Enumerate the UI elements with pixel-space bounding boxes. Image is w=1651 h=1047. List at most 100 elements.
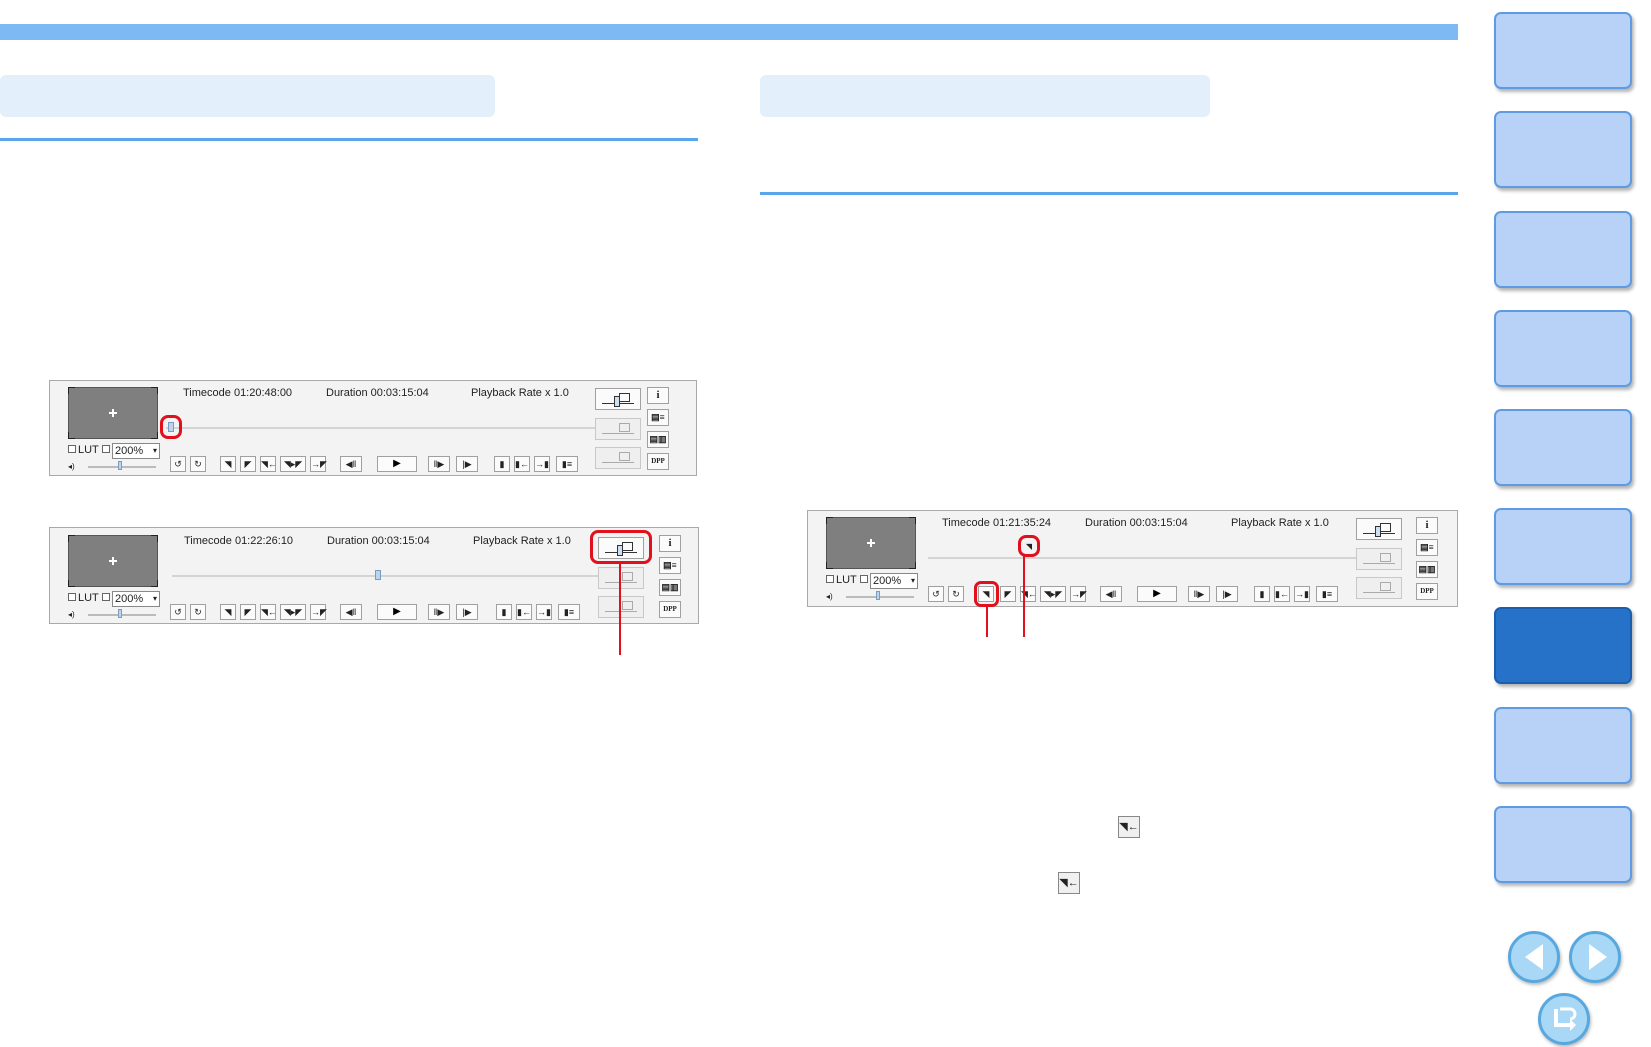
timeline-track[interactable]: [172, 575, 632, 577]
video-thumbnail: [68, 535, 158, 587]
lut-checkbox[interactable]: [68, 445, 76, 453]
go-to-out-point-button[interactable]: →◤: [310, 456, 327, 472]
prev-marker-button[interactable]: ▮←: [514, 456, 530, 472]
split-view-icon[interactable]: ▤▥: [647, 431, 669, 448]
dpp-icon[interactable]: DPP: [1416, 583, 1438, 600]
info-button[interactable]: i: [659, 535, 681, 552]
rotate-right-button[interactable]: ↻: [948, 586, 964, 602]
callout-line: [986, 606, 988, 637]
zoom-select[interactable]: 200% ▾: [112, 443, 160, 459]
marker-list-button[interactable]: ▮≡: [1316, 586, 1338, 602]
rotate-left-button[interactable]: ↺: [928, 586, 944, 602]
volume-slider[interactable]: [88, 614, 156, 616]
rotate-left-button[interactable]: ↺: [170, 604, 186, 620]
nav-tab-3[interactable]: [1494, 211, 1632, 288]
info-button[interactable]: i: [647, 387, 669, 404]
go-to-in-point-button[interactable]: ◥←: [260, 456, 277, 472]
previous-page-button[interactable]: [1508, 931, 1560, 983]
lut-checkbox[interactable]: [68, 593, 76, 601]
marker-button[interactable]: ▮: [496, 604, 512, 620]
next-frame-button[interactable]: ‖▶: [1188, 586, 1210, 602]
nav-tab-1[interactable]: [1494, 12, 1632, 89]
previous-frame-button[interactable]: ◀‖: [1100, 586, 1122, 602]
extract-button[interactable]: [1356, 548, 1402, 570]
lut-checkbox[interactable]: [826, 575, 834, 583]
play-button[interactable]: ▶: [377, 456, 417, 472]
volume-knob[interactable]: [118, 609, 122, 618]
go-to-in-point-button[interactable]: ◥←: [260, 604, 277, 620]
export-button[interactable]: [1356, 577, 1402, 599]
previous-page-icon: [1525, 944, 1543, 970]
go-to-out-point-button[interactable]: →◤: [1070, 586, 1087, 602]
next-clip-button[interactable]: |▶: [456, 456, 478, 472]
extract-button[interactable]: [595, 418, 641, 440]
next-page-button[interactable]: [1569, 931, 1621, 983]
marker-list-button[interactable]: ▮≡: [556, 456, 578, 472]
split-view-icon[interactable]: ▤▥: [1416, 561, 1438, 578]
list-view-icon[interactable]: ▤≡: [647, 409, 669, 426]
nav-tab-8[interactable]: [1494, 707, 1632, 784]
volume-knob[interactable]: [118, 461, 122, 470]
next-frame-button[interactable]: ‖▶: [428, 456, 450, 472]
next-clip-button[interactable]: |▶: [456, 604, 478, 620]
nav-tab-7-active[interactable]: [1494, 607, 1632, 684]
marker-button[interactable]: ▮: [494, 456, 510, 472]
dpp-icon[interactable]: DPP: [647, 453, 669, 470]
marker-button[interactable]: ▮: [1254, 586, 1270, 602]
extract-button[interactable]: [598, 567, 644, 589]
lut-label: LUT: [78, 592, 99, 604]
export-button[interactable]: [598, 596, 644, 618]
prev-marker-button[interactable]: ▮←: [516, 604, 532, 620]
next-marker-button[interactable]: →▮: [1294, 586, 1310, 602]
previous-frame-button[interactable]: ◀‖: [340, 456, 362, 472]
previous-frame-button[interactable]: ◀‖: [340, 604, 362, 620]
set-out-point-button[interactable]: ◤: [240, 604, 256, 620]
list-view-icon[interactable]: ▤≡: [1416, 539, 1438, 556]
zoom-checkbox[interactable]: [860, 575, 868, 583]
callout-line: [619, 562, 621, 655]
play-in-out-button[interactable]: ◥▸◤: [280, 456, 306, 472]
volume-knob[interactable]: [876, 591, 880, 600]
nav-tab-5[interactable]: [1494, 409, 1632, 486]
volume-slider[interactable]: [846, 596, 914, 598]
nav-tab-2[interactable]: [1494, 111, 1632, 188]
set-out-point-button[interactable]: ◤: [1000, 586, 1016, 602]
chevron-down-icon: ▾: [910, 576, 915, 585]
play-button[interactable]: ▶: [377, 604, 417, 620]
play-button[interactable]: ▶: [1137, 586, 1177, 602]
go-to-out-point-button[interactable]: →◤: [310, 604, 327, 620]
list-view-icon[interactable]: ▤≡: [659, 557, 681, 574]
volume-slider[interactable]: [88, 466, 156, 468]
export-button[interactable]: [595, 447, 641, 469]
info-button[interactable]: i: [1416, 517, 1438, 534]
zoom-select[interactable]: 200% ▾: [870, 573, 918, 589]
rotate-left-button[interactable]: ↺: [170, 456, 186, 472]
marker-list-button[interactable]: ▮≡: [558, 604, 580, 620]
split-view-icon[interactable]: ▤▥: [659, 579, 681, 596]
timeline-track[interactable]: [166, 427, 626, 429]
next-marker-button[interactable]: →▮: [534, 456, 550, 472]
next-clip-button[interactable]: |▶: [1216, 586, 1238, 602]
play-in-out-button[interactable]: ◥▸◤: [280, 604, 306, 620]
set-in-point-button[interactable]: ◥: [220, 604, 236, 620]
set-out-point-button[interactable]: ◤: [240, 456, 256, 472]
frame-grab-button[interactable]: [1356, 518, 1402, 540]
next-frame-button[interactable]: ‖▶: [428, 604, 450, 620]
dpp-icon[interactable]: DPP: [659, 601, 681, 618]
prev-marker-button[interactable]: ▮←: [1274, 586, 1290, 602]
zoom-checkbox[interactable]: [102, 593, 110, 601]
rotate-right-button[interactable]: ↻: [190, 604, 206, 620]
rotate-right-button[interactable]: ↻: [190, 456, 206, 472]
frame-grab-button[interactable]: [595, 388, 641, 410]
play-in-out-button[interactable]: ◥▸◤: [1040, 586, 1066, 602]
nav-tab-4[interactable]: [1494, 310, 1632, 387]
next-marker-button[interactable]: →▮: [536, 604, 552, 620]
timeline-track[interactable]: [928, 557, 1388, 559]
zoom-checkbox[interactable]: [102, 445, 110, 453]
zoom-select[interactable]: 200% ▾: [112, 591, 160, 607]
nav-tab-6[interactable]: [1494, 508, 1632, 585]
timeline-knob[interactable]: [375, 570, 381, 580]
set-in-point-button[interactable]: ◥: [220, 456, 236, 472]
nav-tab-9[interactable]: [1494, 806, 1632, 883]
return-button[interactable]: [1538, 993, 1590, 1045]
